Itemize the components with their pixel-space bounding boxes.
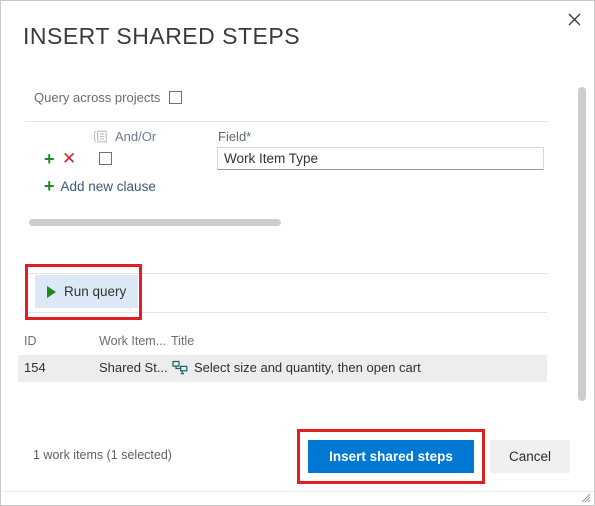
column-header-work-item-type[interactable]: Work Item...: [99, 334, 166, 348]
play-icon: [47, 285, 56, 298]
field-input[interactable]: [217, 147, 544, 170]
plus-icon[interactable]: +: [44, 150, 55, 168]
query-across-projects-row: Query across projects: [34, 90, 183, 105]
footer-divider: [2, 491, 594, 492]
resize-handle-icon[interactable]: [579, 490, 591, 503]
page-title: INSERT SHARED STEPS: [23, 23, 301, 49]
results-table-header: ID Work Item... Title: [1, 334, 594, 352]
run-query-button[interactable]: Run query: [35, 275, 138, 308]
close-icon[interactable]: [559, 5, 589, 33]
group-clauses-icon: [93, 130, 108, 143]
column-header-field: Field*: [218, 129, 252, 144]
insert-shared-steps-button[interactable]: Insert shared steps: [308, 440, 474, 473]
shared-steps-icon: [172, 360, 188, 376]
clause-group-checkbox[interactable]: [99, 152, 112, 165]
table-row[interactable]: 154 Shared St... Select size and quantit…: [18, 355, 547, 382]
cell-id: 154: [24, 360, 46, 375]
run-query-label: Run query: [64, 284, 127, 299]
cell-title: Select size and quantity, then open cart: [194, 360, 421, 375]
column-header-and-or-label: And/Or: [115, 129, 157, 144]
divider-top: [25, 121, 547, 122]
clause-horizontal-scrollbar-thumb[interactable]: [29, 219, 281, 226]
clause-grid-header: And/Or Field*: [1, 129, 594, 149]
query-across-projects-label: Query across projects: [34, 90, 161, 105]
delete-x-icon[interactable]: ✕: [62, 150, 76, 168]
insert-shared-steps-dialog: INSERT SHARED STEPS Query across project…: [0, 0, 595, 506]
column-header-id[interactable]: ID: [24, 334, 37, 348]
plus-icon: +: [44, 176, 55, 196]
add-new-clause-label: Add new clause: [60, 178, 156, 194]
query-across-projects-checkbox[interactable]: [169, 91, 183, 104]
dialog-vertical-scrollbar[interactable]: [578, 87, 586, 401]
dialog-vertical-scrollbar-thumb[interactable]: [578, 87, 586, 401]
cancel-button[interactable]: Cancel: [490, 440, 570, 473]
column-header-and-or: And/Or: [93, 129, 156, 144]
add-new-clause-button[interactable]: + Add new clause: [44, 176, 156, 196]
column-header-title[interactable]: Title: [171, 334, 194, 348]
clause-row: + ✕: [1, 147, 594, 175]
cell-work-item-type: Shared St...: [99, 360, 168, 375]
divider-below-run-query: [25, 312, 547, 313]
clause-horizontal-scrollbar[interactable]: [29, 219, 545, 226]
results-status-text: 1 work items (1 selected): [33, 448, 172, 462]
divider-above-run-query: [25, 273, 547, 274]
